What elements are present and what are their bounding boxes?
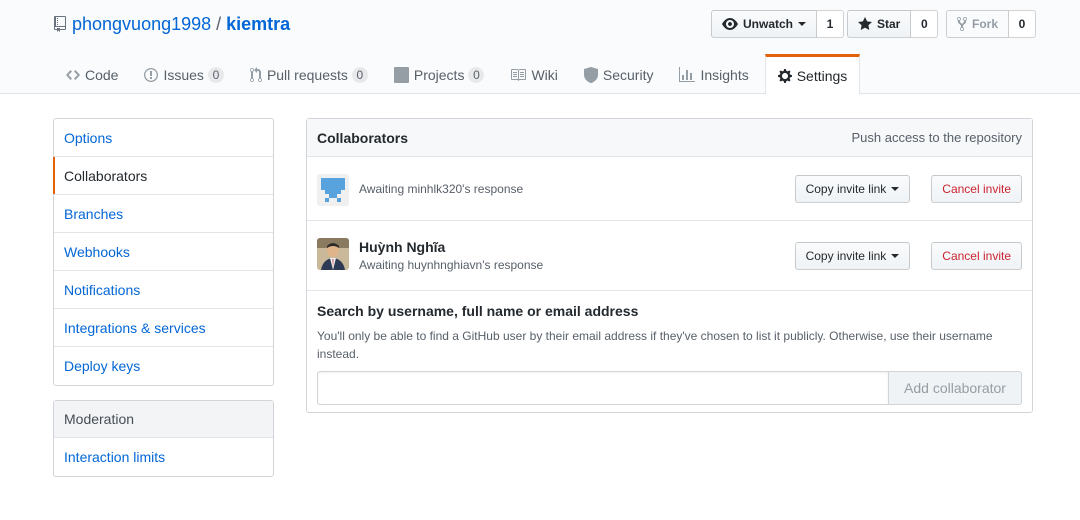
issue-icon xyxy=(144,68,159,82)
menu-item-options[interactable]: Options xyxy=(54,119,273,157)
moderation-menu: Moderation Interaction limits xyxy=(53,400,274,477)
watch-group: Unwatch 1 xyxy=(711,10,845,38)
repo-owner-link[interactable]: phongvuong1998 xyxy=(72,14,211,35)
invitee-info: Awaiting minhlk320's response xyxy=(359,182,523,196)
tab-projects-label: Projects xyxy=(413,67,465,83)
awaiting-text: Awaiting huynhnghiavn's response xyxy=(359,258,544,272)
forks-count[interactable]: 0 xyxy=(1009,10,1037,38)
chevron-down-icon xyxy=(798,22,807,26)
menu-item-interaction-limits[interactable]: Interaction limits xyxy=(54,438,273,476)
unwatch-label: Unwatch xyxy=(743,17,794,31)
cancel-invite-button[interactable]: Cancel invite xyxy=(931,175,1022,203)
tab-insights-label: Insights xyxy=(700,67,749,83)
menu-item-collaborators[interactable]: Collaborators xyxy=(53,157,273,195)
menu-item-notifications[interactable]: Notifications xyxy=(54,271,273,309)
settings-menu: Options Collaborators Branches Webhooks … xyxy=(53,118,274,386)
projects-counter: 0 xyxy=(468,67,485,83)
star-group: Star 0 xyxy=(847,10,939,38)
project-icon xyxy=(393,67,409,83)
gear-icon xyxy=(777,68,792,83)
star-icon xyxy=(858,17,872,30)
avatar[interactable] xyxy=(317,174,349,206)
add-collaborator-form: Search by username, full name or email a… xyxy=(307,291,1032,405)
unwatch-button[interactable]: Unwatch xyxy=(711,10,818,38)
tab-issues-label: Issues xyxy=(163,67,204,83)
invite-actions: Copy invite link Cancel invite xyxy=(794,175,1022,203)
cancel-invite-button[interactable]: Cancel invite xyxy=(931,242,1022,270)
tab-insights[interactable]: Insights xyxy=(666,54,761,94)
repo-nav: Code Issues 0 Pull requests 0 Projects 0… xyxy=(53,54,861,95)
graph-icon xyxy=(679,67,696,82)
copy-invite-link-label: Copy invite link xyxy=(805,182,887,196)
pull-requests-counter: 0 xyxy=(351,67,368,83)
menu-item-branches[interactable]: Branches xyxy=(54,195,273,233)
collaborators-header: Collaborators Push access to the reposit… xyxy=(307,119,1032,157)
search-row: Add collaborator xyxy=(317,371,1022,405)
awaiting-text: Awaiting minhlk320's response xyxy=(359,182,524,196)
chevron-down-icon xyxy=(891,254,900,258)
code-icon xyxy=(66,70,80,80)
avatar[interactable] xyxy=(317,238,349,270)
fork-icon xyxy=(957,16,967,32)
search-note: You'll only be able to find a GitHub use… xyxy=(317,329,993,361)
invite-row: Huỳnh Nghĩa Awaiting huynhnghiavn's resp… xyxy=(307,221,1032,291)
tab-code[interactable]: Code xyxy=(53,54,131,94)
menu-item-integrations[interactable]: Integrations & services xyxy=(54,309,273,347)
eye-icon xyxy=(722,18,738,30)
repo-icon xyxy=(54,16,66,32)
tab-issues[interactable]: Issues 0 xyxy=(131,54,236,94)
menu-item-webhooks[interactable]: Webhooks xyxy=(54,233,273,271)
invitee-name[interactable]: Huỳnh Nghĩa xyxy=(359,239,543,255)
watchers-count[interactable]: 1 xyxy=(817,10,845,38)
star-button[interactable]: Star xyxy=(847,10,912,38)
pull-request-icon xyxy=(249,67,262,83)
tab-pull-requests-label: Pull requests xyxy=(266,67,348,83)
fork-label: Fork xyxy=(972,17,999,31)
copy-invite-link-button[interactable]: Copy invite link xyxy=(794,175,911,203)
push-access-note: Push access to the repository xyxy=(851,130,1022,145)
book-icon xyxy=(511,69,527,81)
repo-header: phongvuong1998 / kiemtra Unwatch 1 Star … xyxy=(0,0,1080,95)
tab-security[interactable]: Security xyxy=(571,54,667,94)
tab-wiki[interactable]: Wiki xyxy=(497,54,570,94)
path-separator: / xyxy=(216,13,222,34)
fork-group: Fork 0 xyxy=(946,10,1037,38)
invite-row: Awaiting minhlk320's response Copy invit… xyxy=(307,157,1032,221)
tab-code-label: Code xyxy=(85,67,119,83)
tab-settings[interactable]: Settings xyxy=(764,54,861,95)
star-label: Star xyxy=(877,17,901,31)
repo-title: phongvuong1998 / kiemtra xyxy=(54,12,290,36)
tab-settings-label: Settings xyxy=(796,67,848,84)
menu-item-deploy-keys[interactable]: Deploy keys xyxy=(54,347,273,385)
tab-wiki-label: Wiki xyxy=(531,67,558,83)
copy-invite-link-label: Copy invite link xyxy=(805,249,887,263)
fork-button[interactable]: Fork xyxy=(946,10,1010,38)
stars-count[interactable]: 0 xyxy=(911,10,939,38)
repo-name-link[interactable]: kiemtra xyxy=(226,14,290,35)
tab-pull-requests[interactable]: Pull requests 0 xyxy=(237,54,381,94)
copy-invite-link-button[interactable]: Copy invite link xyxy=(794,242,911,270)
invitee-info: Huỳnh Nghĩa Awaiting huynhnghiavn's resp… xyxy=(359,239,543,272)
moderation-heading: Moderation xyxy=(54,401,273,438)
collaborator-search-input[interactable] xyxy=(317,371,889,405)
collaborators-box: Collaborators Push access to the reposit… xyxy=(306,118,1033,413)
search-label: Search by username, full name or email a… xyxy=(317,303,639,319)
shield-icon xyxy=(583,67,598,83)
add-collaborator-button[interactable]: Add collaborator xyxy=(889,371,1022,405)
chevron-down-icon xyxy=(891,187,900,191)
collaborators-title: Collaborators xyxy=(317,129,409,146)
issues-counter: 0 xyxy=(207,67,224,83)
invite-actions: Copy invite link Cancel invite xyxy=(794,242,1022,270)
tab-security-label: Security xyxy=(602,67,654,83)
tab-projects[interactable]: Projects 0 xyxy=(381,54,498,94)
